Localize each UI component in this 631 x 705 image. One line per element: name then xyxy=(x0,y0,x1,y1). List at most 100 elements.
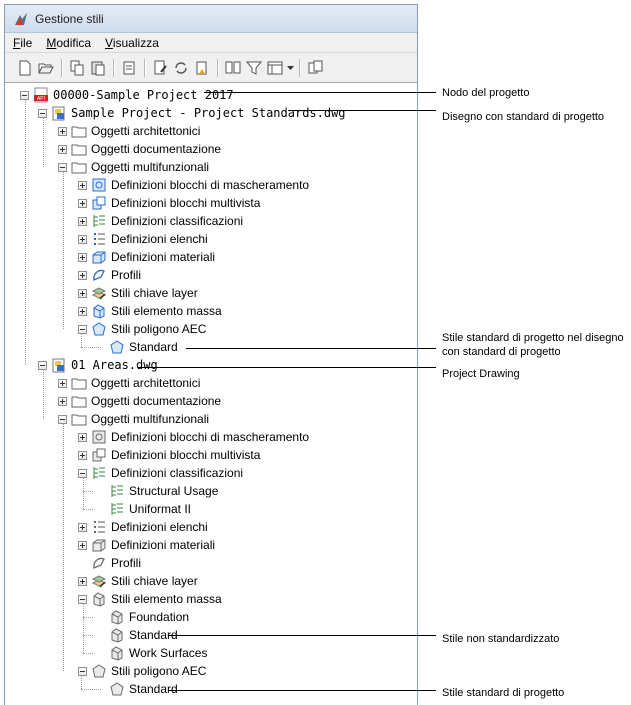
tree-node-a-mask[interactable]: Definizioni blocchi di mascheramento xyxy=(78,428,309,446)
tree-node-label: Standard xyxy=(129,340,178,354)
expand-icon[interactable] xyxy=(78,216,87,226)
tree-node-s-poly[interactable]: Stili poligono AEC xyxy=(78,320,206,338)
collapse-icon[interactable] xyxy=(20,90,29,100)
tree-node-a-layer[interactable]: Stili chiave layer xyxy=(78,572,198,590)
folder-icon xyxy=(71,162,87,174)
expand-icon[interactable] xyxy=(78,540,87,550)
tree-node-s-prof[interactable]: Profili xyxy=(78,266,141,284)
tree-node-project[interactable]: API 00000-Sample Project 2017 xyxy=(20,86,234,104)
classification-icon xyxy=(93,467,105,479)
expand-icon[interactable] xyxy=(78,234,87,244)
tree-node-label: Profili xyxy=(111,268,142,282)
tree-node-a-su[interactable]: Structural Usage xyxy=(96,482,218,500)
tree-node-label: Definizioni materiali xyxy=(111,250,216,264)
tree-node-s-list[interactable]: Definizioni elenchi xyxy=(78,230,208,248)
expand-icon[interactable] xyxy=(78,180,87,190)
style-manager-icon xyxy=(15,12,27,25)
new-icon xyxy=(19,60,31,75)
callout-stile-std: Stile standard di progetto nel disegno c… xyxy=(442,332,624,358)
tree-node-a-mat[interactable]: Definizioni materiali xyxy=(78,536,215,554)
tree-node-a-uf[interactable]: Uniformat II xyxy=(96,500,191,518)
collapse-icon[interactable] xyxy=(38,108,47,118)
compare-button[interactable] xyxy=(223,58,243,78)
tree-node-s-mv[interactable]: Definizioni blocchi multivista xyxy=(78,194,260,212)
edit-button[interactable] xyxy=(150,58,170,78)
tree-node-label: Oggetti documentazione xyxy=(91,394,222,408)
view-button[interactable] xyxy=(265,58,285,78)
tree-node-a-mass[interactable]: Stili elemento massa xyxy=(78,590,222,608)
tree-node-a-prof[interactable]: Profili xyxy=(78,554,141,572)
tree-node-s-mask[interactable]: Definizioni blocchi di mascheramento xyxy=(78,176,309,194)
settings-button[interactable] xyxy=(305,58,325,78)
filter-icon xyxy=(246,61,262,75)
tree-node-a-multi[interactable]: Oggetti multifunzionali xyxy=(58,410,209,428)
tree-node-label: Definizioni elenchi xyxy=(111,520,208,534)
tree-node-a-std[interactable]: Standard xyxy=(96,626,178,644)
open-button[interactable] xyxy=(36,58,56,78)
collapse-icon[interactable] xyxy=(78,594,87,604)
collapse-icon[interactable] xyxy=(58,414,67,424)
menu-visualizza[interactable]: Visualizza xyxy=(105,36,159,50)
synchronize-button[interactable] xyxy=(171,58,191,78)
folder-icon xyxy=(71,126,87,138)
menu-file[interactable]: File xyxy=(13,36,32,50)
expand-icon[interactable] xyxy=(78,450,87,460)
collapse-icon[interactable] xyxy=(78,468,87,478)
tree-node-a-found[interactable]: Foundation xyxy=(96,608,189,626)
tree-node-s-doc[interactable]: Oggetti documentazione xyxy=(58,140,221,158)
expand-icon[interactable] xyxy=(78,576,87,586)
tree-node-areas-dwg[interactable]: 01 Areas.dwg xyxy=(38,356,158,374)
tree-node-s-mass[interactable]: Stili elemento massa xyxy=(78,302,222,320)
tree-node-a-class[interactable]: Definizioni classificazioni xyxy=(78,464,243,482)
tree-node-s-arch[interactable]: Oggetti architettonici xyxy=(58,122,200,140)
tree-node-a-poly[interactable]: Stili poligono AEC xyxy=(78,662,206,680)
tree-node-s-std[interactable]: Standard xyxy=(96,338,178,356)
collapse-icon[interactable] xyxy=(78,324,87,334)
tree-node-a-ws[interactable]: Work Surfaces xyxy=(96,644,207,662)
expand-icon[interactable] xyxy=(78,432,87,442)
menu-bar: File Modifica Visualizza xyxy=(5,33,417,53)
tree-node-s-multi[interactable]: Oggetti multifunzionali xyxy=(58,158,209,176)
copy-button[interactable] xyxy=(67,58,87,78)
expand-icon[interactable] xyxy=(78,270,87,280)
expand-icon[interactable] xyxy=(78,288,87,298)
collapse-icon[interactable] xyxy=(78,666,87,676)
expand-icon[interactable] xyxy=(58,378,67,388)
tree-connector xyxy=(63,424,64,671)
lock-button[interactable] xyxy=(192,58,212,78)
expand-icon[interactable] xyxy=(78,522,87,532)
tree-node-label: Definizioni materiali xyxy=(111,538,216,552)
tree-node-s-layer[interactable]: Stili chiave layer xyxy=(78,284,198,302)
tree-node-label: 01 Areas.dwg xyxy=(71,358,158,372)
tree-node-a-list[interactable]: Definizioni elenchi xyxy=(78,518,208,536)
paste-button[interactable] xyxy=(88,58,108,78)
filter-button[interactable] xyxy=(244,58,264,78)
tree-node-s-class[interactable]: Definizioni classificazioni xyxy=(78,212,243,230)
expand-icon[interactable] xyxy=(78,306,87,316)
dropdown-icon xyxy=(286,65,294,70)
new-button[interactable] xyxy=(15,58,35,78)
view-dropdown[interactable] xyxy=(286,58,294,78)
tree-node-a-pstd[interactable]: Standard xyxy=(96,680,178,698)
tree-node-a-mv[interactable]: Definizioni blocchi multivista xyxy=(78,446,260,464)
tree-node-a-doc[interactable]: Oggetti documentazione xyxy=(58,392,221,410)
tree-node-a-arch[interactable]: Oggetti architettonici xyxy=(58,374,200,392)
expand-icon[interactable] xyxy=(58,126,67,136)
expand-icon[interactable] xyxy=(78,252,87,262)
expand-icon[interactable] xyxy=(58,144,67,154)
list-icon xyxy=(94,233,105,245)
open-icon xyxy=(38,63,54,73)
material-icon xyxy=(92,251,106,264)
tree-node-label: Sample Project - Project Standards.dwg xyxy=(71,106,346,120)
collapse-icon[interactable] xyxy=(58,162,67,172)
expand-icon[interactable] xyxy=(78,198,87,208)
purge-button[interactable] xyxy=(119,58,139,78)
drawing-icon xyxy=(52,358,65,373)
menu-modifica[interactable]: Modifica xyxy=(46,36,91,50)
tree-node-s-mat[interactable]: Definizioni materiali xyxy=(78,248,215,266)
collapse-icon[interactable] xyxy=(38,360,47,370)
tree-node-standards-dwg[interactable]: Sample Project - Project Standards.dwg xyxy=(38,104,346,122)
tree-node-label: Oggetti architettonici xyxy=(91,124,201,138)
svg-text:API: API xyxy=(37,96,45,102)
expand-icon[interactable] xyxy=(58,396,67,406)
